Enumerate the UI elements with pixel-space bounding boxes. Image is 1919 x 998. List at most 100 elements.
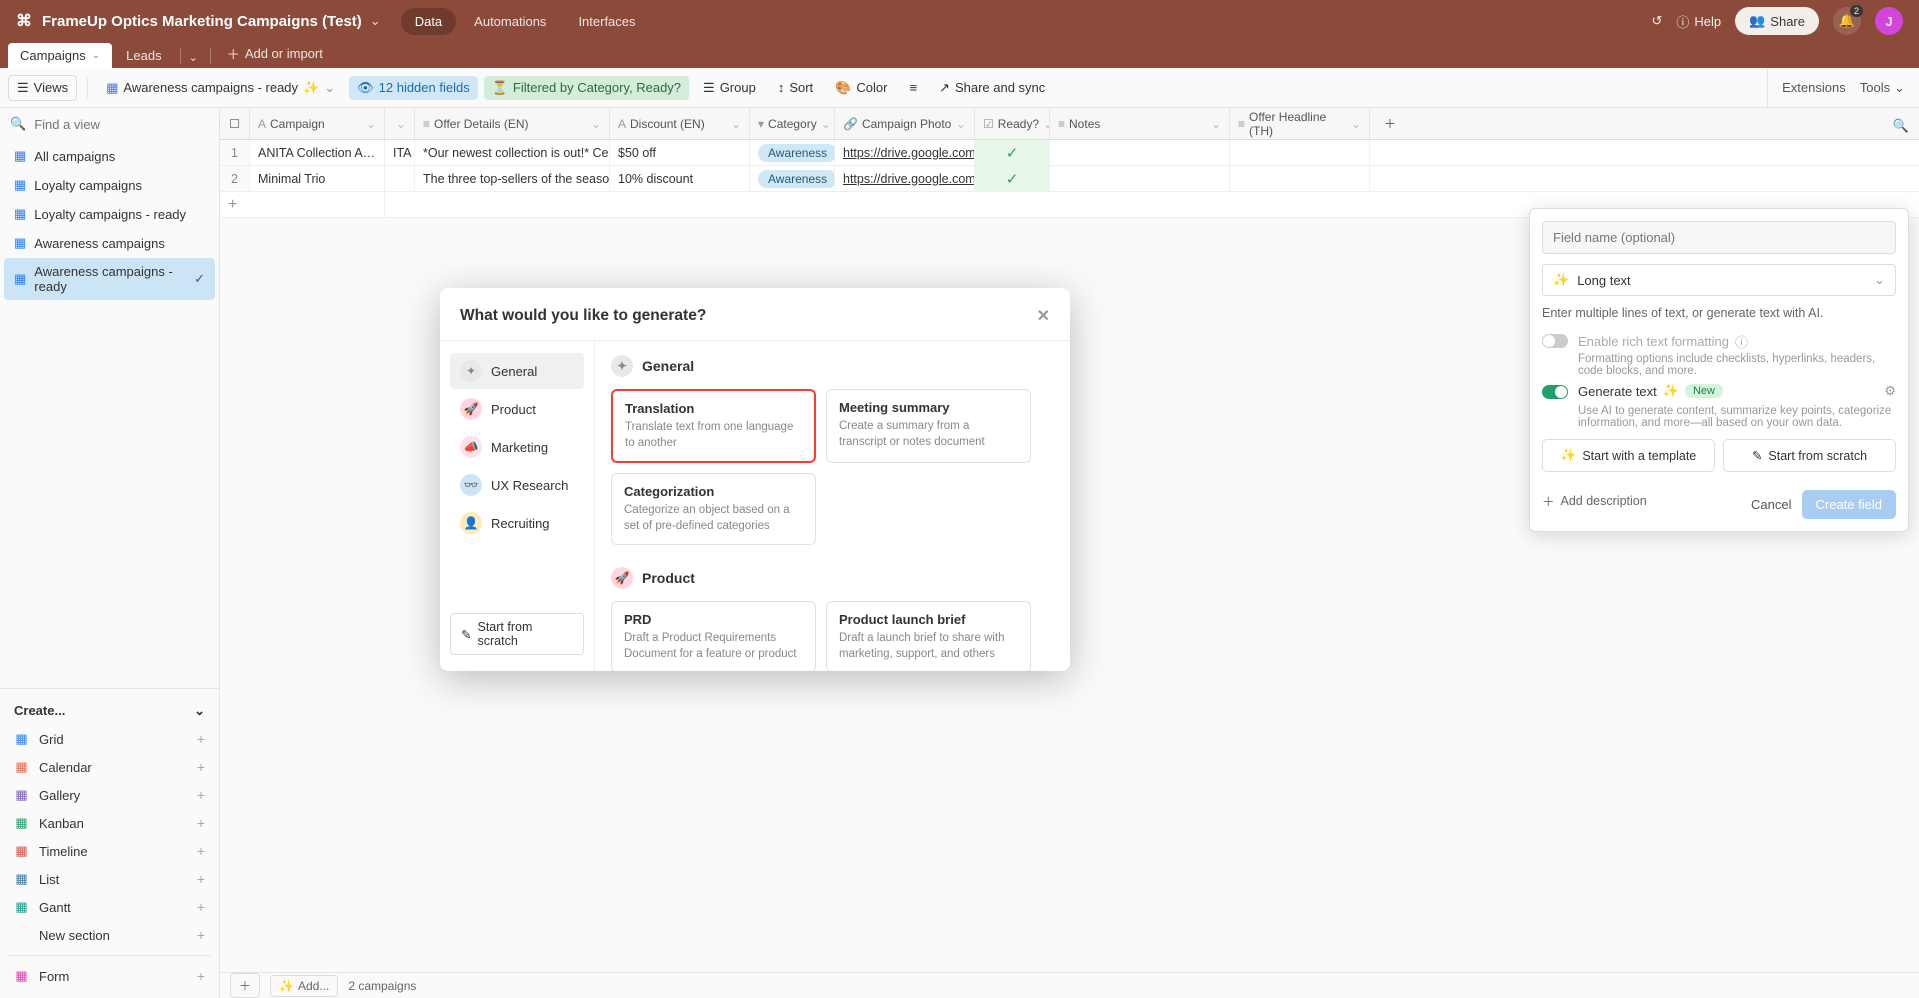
- col-photo[interactable]: 🔗Campaign Photo⌄: [835, 108, 975, 139]
- col-discount[interactable]: ADiscount (EN)⌄: [610, 108, 750, 139]
- start-with-template-button[interactable]: ✨ Start with a template: [1542, 439, 1715, 472]
- cell-details[interactable]: *Our newest collection is out!* Celebr…: [415, 140, 610, 165]
- add-description-button[interactable]: ＋ Add description: [1542, 487, 1647, 514]
- cell-ready[interactable]: ✓: [975, 166, 1050, 191]
- find-view-input[interactable]: [34, 117, 210, 132]
- chevron-down-icon[interactable]: ⌄: [370, 13, 381, 29]
- avatar[interactable]: J: [1875, 7, 1903, 35]
- create-gantt[interactable]: ▦Gantt+: [8, 893, 211, 921]
- field-name-input[interactable]: [1542, 221, 1896, 254]
- create-calendar[interactable]: ▦Calendar+: [8, 753, 211, 781]
- create-form[interactable]: ▦Form+: [8, 962, 211, 990]
- card-categorization[interactable]: Categorization Categorize an object base…: [611, 473, 816, 545]
- card-translation[interactable]: Translation Translate text from one lang…: [611, 389, 816, 463]
- cell-photo[interactable]: https://drive.google.com/…: [835, 140, 975, 165]
- search-grid-icon[interactable]: 🔍: [1893, 118, 1909, 134]
- cell-ready[interactable]: ✓: [975, 140, 1050, 165]
- card-meeting-summary[interactable]: Meeting summary Create a summary from a …: [826, 389, 1031, 463]
- nav-automations[interactable]: Automations: [460, 8, 560, 35]
- share-sync-button[interactable]: ↗ Share and sync: [931, 76, 1053, 100]
- col-hidden-1[interactable]: ⌄: [385, 108, 415, 139]
- color-button[interactable]: 🎨 Color: [827, 76, 895, 100]
- base-title[interactable]: FrameUp Optics Marketing Campaigns (Test…: [42, 13, 362, 30]
- card-launch-brief[interactable]: Product launch brief Draft a launch brie…: [826, 601, 1031, 671]
- side-marketing[interactable]: 📣Marketing: [450, 429, 584, 465]
- cell-photo[interactable]: https://drive.google.com/…: [835, 166, 975, 191]
- create-field-button[interactable]: Create field: [1802, 490, 1896, 519]
- table-row[interactable]: 1 ANITA Collection A… ITA *Our newest co…: [220, 140, 1919, 166]
- modal-main[interactable]: ✦General Translation Translate text from…: [595, 341, 1070, 671]
- generate-text-toggle[interactable]: [1542, 385, 1568, 399]
- side-general[interactable]: ✦General: [450, 353, 584, 389]
- footer-add[interactable]: ✨ Add...: [270, 975, 338, 997]
- cancel-button[interactable]: Cancel: [1751, 497, 1791, 512]
- app-logo[interactable]: ⌘: [16, 11, 32, 31]
- cell-campaign[interactable]: ANITA Collection A…: [250, 140, 385, 165]
- start-from-scratch-button[interactable]: ✎ Start from scratch: [1723, 439, 1896, 472]
- create-list[interactable]: ▦List+: [8, 865, 211, 893]
- hidden-fields-chip[interactable]: 👁 12 hidden fields: [349, 76, 478, 100]
- extensions-button[interactable]: Extensions: [1782, 80, 1846, 95]
- group-button[interactable]: ☰ Group: [695, 76, 764, 100]
- tab-campaigns[interactable]: Campaigns ⌄: [8, 43, 112, 68]
- add-table-button[interactable]: ＋ Add or import: [217, 39, 333, 68]
- current-view[interactable]: ▦ Awareness campaigns - ready ✨ ⌄: [98, 76, 343, 100]
- views-button[interactable]: ☰ Views: [8, 75, 77, 101]
- col-ready[interactable]: ☑Ready?⌄: [975, 108, 1050, 139]
- side-product[interactable]: 🚀Product: [450, 391, 584, 427]
- side-recruiting[interactable]: 👤Recruiting: [450, 505, 584, 541]
- rich-text-toggle[interactable]: [1542, 334, 1568, 348]
- cell-extra[interactable]: ITA: [385, 140, 415, 165]
- cell-discount[interactable]: 10% discount: [610, 166, 750, 191]
- tabs-chevron-icon[interactable]: ⌄: [189, 51, 198, 64]
- history-icon[interactable]: ↺: [1651, 13, 1662, 29]
- close-icon[interactable]: ✕: [1037, 306, 1050, 326]
- nav-data[interactable]: Data: [401, 8, 456, 35]
- col-category[interactable]: ▾Category⌄: [750, 108, 835, 139]
- card-prd[interactable]: PRD Draft a Product Requirements Documen…: [611, 601, 816, 671]
- col-offer-details[interactable]: ≡Offer Details (EN)⌄: [415, 108, 610, 139]
- col-notes[interactable]: ≡Notes⌄: [1050, 108, 1230, 139]
- cell-details[interactable]: The three top-sellers of the season ar…: [415, 166, 610, 191]
- view-awareness-ready[interactable]: ▦Awareness campaigns - ready✓: [4, 258, 215, 300]
- view-loyalty-ready[interactable]: ▦Loyalty campaigns - ready: [4, 200, 215, 228]
- view-awareness[interactable]: ▦Awareness campaigns: [4, 229, 215, 257]
- nav-interfaces[interactable]: Interfaces: [564, 8, 649, 35]
- col-campaign[interactable]: ACampaign⌄: [250, 108, 385, 139]
- create-grid[interactable]: ▦Grid+: [8, 725, 211, 753]
- cell-offer-th[interactable]: [1230, 140, 1370, 165]
- cell-category[interactable]: Awareness: [750, 140, 835, 165]
- modal-start-scratch-button[interactable]: ✎ Start from scratch: [450, 613, 584, 655]
- cell-notes[interactable]: [1050, 140, 1230, 165]
- cell-campaign[interactable]: Minimal Trio: [250, 166, 385, 191]
- cell-notes[interactable]: [1050, 166, 1230, 191]
- row-height-button[interactable]: ≡: [901, 76, 925, 99]
- help-button[interactable]: ⓘ Help: [1676, 12, 1721, 31]
- side-ux[interactable]: 👓UX Research: [450, 467, 584, 503]
- create-section-new[interactable]: New section+: [8, 921, 211, 949]
- sort-button[interactable]: ↕ Sort: [770, 76, 821, 99]
- table-row[interactable]: 2 Minimal Trio The three top-sellers of …: [220, 166, 1919, 192]
- cell-offer-th[interactable]: [1230, 166, 1370, 191]
- field-type-select[interactable]: ✨ Long text ⌄: [1542, 264, 1896, 296]
- filter-chip[interactable]: ⏳ Filtered by Category, Ready?: [484, 76, 689, 100]
- col-offer-th[interactable]: ≡Offer Headline (TH)⌄: [1230, 108, 1370, 139]
- view-loyalty[interactable]: ▦Loyalty campaigns: [4, 171, 215, 199]
- footer-plus[interactable]: ＋: [230, 973, 260, 998]
- create-header[interactable]: Create...⌄: [8, 697, 211, 725]
- tab-leads[interactable]: Leads: [114, 43, 173, 68]
- add-field-button[interactable]: ＋: [1370, 108, 1410, 139]
- select-all-checkbox[interactable]: ☐: [220, 108, 250, 139]
- create-timeline[interactable]: ▦Timeline+: [8, 837, 211, 865]
- plus-icon[interactable]: +: [220, 192, 385, 217]
- cell-category[interactable]: Awareness: [750, 166, 835, 191]
- view-all-campaigns[interactable]: ▦All campaigns: [4, 142, 215, 170]
- notifications-button[interactable]: 🔔2: [1833, 7, 1861, 35]
- share-button[interactable]: 👥 Share: [1735, 7, 1819, 35]
- create-kanban[interactable]: ▦Kanban+: [8, 809, 211, 837]
- cell-extra[interactable]: [385, 166, 415, 191]
- tools-button[interactable]: Tools ⌄: [1860, 80, 1905, 96]
- gear-icon[interactable]: ⚙: [1884, 383, 1896, 399]
- create-gallery[interactable]: ▦Gallery+: [8, 781, 211, 809]
- cell-discount[interactable]: $50 off: [610, 140, 750, 165]
